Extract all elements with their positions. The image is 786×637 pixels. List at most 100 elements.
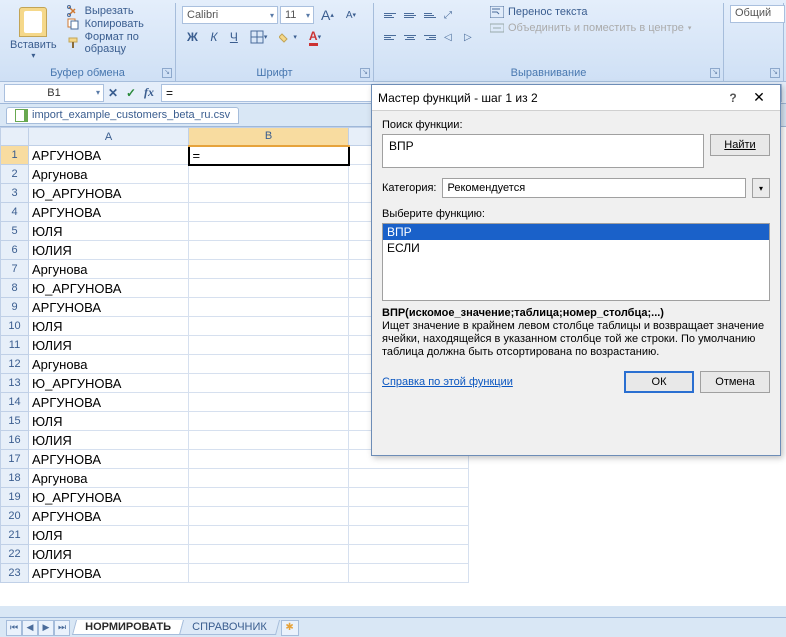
fill-color-button[interactable]: ▾ <box>274 27 302 47</box>
group-launcher-icon[interactable]: ↘ <box>162 68 172 78</box>
column-header-a[interactable]: A <box>29 128 189 146</box>
cell[interactable] <box>189 507 349 526</box>
cell[interactable]: АРГУНОВА <box>29 298 189 317</box>
bold-button[interactable]: Ж <box>182 27 203 47</box>
align-middle-button[interactable] <box>400 5 420 25</box>
increase-indent-button[interactable]: ▷ <box>460 27 480 47</box>
cell[interactable]: Ю_АРГУНОВА <box>29 184 189 203</box>
insert-function-button[interactable]: fx <box>140 85 158 100</box>
cell[interactable]: АРГУНОВА <box>29 146 189 165</box>
list-item[interactable]: ЕСЛИ <box>383 240 769 256</box>
row-header[interactable]: 9 <box>1 298 29 317</box>
cell[interactable]: Ю_АРГУНОВА <box>29 374 189 393</box>
function-search-input[interactable]: ВПР <box>382 134 704 168</box>
close-icon[interactable]: ✕ <box>744 89 774 106</box>
cell[interactable] <box>189 526 349 545</box>
number-format-combo[interactable]: Общий <box>730 5 785 23</box>
font-color-button[interactable]: A ▾ <box>304 27 326 47</box>
orientation-button[interactable]: ⤢ <box>440 5 460 25</box>
row-header[interactable]: 17 <box>1 450 29 469</box>
align-center-button[interactable] <box>400 27 420 47</box>
cell[interactable] <box>349 564 469 583</box>
underline-button[interactable]: Ч <box>225 27 243 47</box>
cell[interactable]: Аргунова <box>29 469 189 488</box>
enter-formula-button[interactable]: ✓ <box>122 86 140 100</box>
find-button[interactable]: Найти <box>710 134 770 156</box>
sheet-tab[interactable]: СПРАВОЧНИК <box>179 620 280 635</box>
row-header[interactable]: 10 <box>1 317 29 336</box>
cell[interactable] <box>189 317 349 336</box>
group-launcher-icon[interactable]: ↘ <box>360 68 370 78</box>
italic-button[interactable]: К <box>205 27 223 47</box>
row-header[interactable]: 22 <box>1 545 29 564</box>
cell[interactable] <box>189 241 349 260</box>
row-header[interactable]: 1 <box>1 146 29 165</box>
cell[interactable] <box>189 564 349 583</box>
cut-button[interactable]: Вырезать <box>65 5 169 17</box>
cell[interactable]: Ю_АРГУНОВА <box>29 279 189 298</box>
decrease-indent-button[interactable]: ◁ <box>440 27 460 47</box>
font-name-combo[interactable]: Calibri <box>182 6 278 24</box>
cell[interactable]: Аргунова <box>29 165 189 184</box>
row-header[interactable]: 5 <box>1 222 29 241</box>
cancel-formula-button[interactable]: ✕ <box>104 86 122 100</box>
cell[interactable] <box>189 469 349 488</box>
first-sheet-button[interactable]: ⏮ <box>6 620 22 636</box>
cell[interactable] <box>189 222 349 241</box>
sheet-tab-active[interactable]: НОРМИРОВАТЬ <box>72 620 184 635</box>
category-select[interactable]: Рекомендуется <box>442 178 746 198</box>
cell[interactable]: ЮЛЯ <box>29 412 189 431</box>
cell[interactable] <box>189 298 349 317</box>
cell[interactable]: ЮЛЯ <box>29 317 189 336</box>
function-listbox[interactable]: ВПР ЕСЛИ <box>382 223 770 301</box>
row-header[interactable]: 2 <box>1 165 29 184</box>
new-sheet-button[interactable]: ✱ <box>281 620 299 636</box>
cell[interactable] <box>189 165 349 184</box>
cell[interactable]: ЮЛИЯ <box>29 241 189 260</box>
chevron-down-icon[interactable]: ▾ <box>752 178 770 198</box>
cell[interactable] <box>349 507 469 526</box>
cell[interactable] <box>189 355 349 374</box>
dialog-titlebar[interactable]: Мастер функций - шаг 1 из 2 ? ✕ <box>372 85 780 111</box>
cell[interactable] <box>189 412 349 431</box>
borders-button[interactable]: ▾ <box>245 27 273 47</box>
cell[interactable] <box>189 545 349 564</box>
cell[interactable] <box>189 393 349 412</box>
cell[interactable] <box>349 545 469 564</box>
row-header[interactable]: 20 <box>1 507 29 526</box>
row-header[interactable]: 16 <box>1 431 29 450</box>
next-sheet-button[interactable]: ▶ <box>38 620 54 636</box>
cell[interactable] <box>189 374 349 393</box>
row-header[interactable]: 12 <box>1 355 29 374</box>
cell[interactable] <box>189 431 349 450</box>
ok-button[interactable]: ОК <box>624 371 694 393</box>
wrap-text-button[interactable]: Перенос текста <box>488 5 693 19</box>
cell[interactable] <box>189 450 349 469</box>
cell[interactable] <box>189 488 349 507</box>
row-header[interactable]: 14 <box>1 393 29 412</box>
dialog-help-button[interactable]: ? <box>722 91 744 105</box>
row-header[interactable]: 6 <box>1 241 29 260</box>
cell[interactable] <box>349 469 469 488</box>
merge-center-button[interactable]: Объединить и поместить в центре ▾ <box>488 21 693 35</box>
align-top-button[interactable] <box>380 5 400 25</box>
cell[interactable] <box>349 526 469 545</box>
column-header-b[interactable]: B <box>189 128 349 146</box>
copy-button[interactable]: Копировать <box>65 18 169 30</box>
prev-sheet-button[interactable]: ◀ <box>22 620 38 636</box>
last-sheet-button[interactable]: ⏭ <box>54 620 70 636</box>
grow-font-button[interactable]: A▴ <box>316 5 339 25</box>
cell[interactable]: АРГУНОВА <box>29 203 189 222</box>
row-header[interactable]: 4 <box>1 203 29 222</box>
row-header[interactable]: 21 <box>1 526 29 545</box>
row-header[interactable]: 18 <box>1 469 29 488</box>
select-all-corner[interactable] <box>1 128 29 146</box>
cell[interactable] <box>189 203 349 222</box>
cell[interactable]: Ю_АРГУНОВА <box>29 488 189 507</box>
cell[interactable]: ЮЛИЯ <box>29 336 189 355</box>
cell[interactable]: Аргунова <box>29 260 189 279</box>
group-launcher-icon[interactable]: ↘ <box>770 68 780 78</box>
row-header[interactable]: 15 <box>1 412 29 431</box>
cell[interactable]: АРГУНОВА <box>29 507 189 526</box>
row-header[interactable]: 19 <box>1 488 29 507</box>
